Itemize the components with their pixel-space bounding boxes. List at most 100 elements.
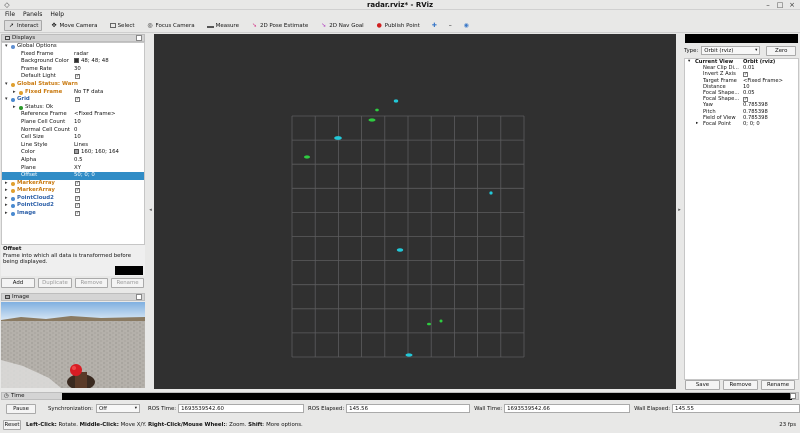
property-value[interactable]: 48; 48; 48 [74,58,109,66]
property-value[interactable]: 0; 0; 0 [743,121,760,127]
reset-button[interactable]: Reset [3,420,21,430]
property-value[interactable]: 30 [74,66,81,74]
display-tree-row[interactable]: Normal Cell Count 0 [2,127,144,135]
expand-arrow-icon[interactable]: ▸ [696,121,698,127]
display-tree-row[interactable]: Plane XY [2,165,144,173]
maximize-icon[interactable]: □ [776,1,784,9]
expand-arrow-icon[interactable]: ▾ [5,96,8,104]
display-tree-row[interactable]: Plane Cell Count 10 [2,119,144,127]
display-tree-row[interactable]: ▾ Grid ✓ [2,96,144,104]
tool-interact[interactable]: ➚ Interact [4,20,43,31]
collapse-arrow-icon[interactable]: ▸ [5,187,8,195]
close-icon[interactable]: × [788,1,796,9]
tool-move-camera[interactable]: ✥ Move Camera [46,20,101,31]
display-tree-row[interactable]: Fixed Frame radar [2,51,144,59]
duplicate-display-button[interactable]: Duplicate [38,278,72,288]
close-panel-icon[interactable] [136,294,142,300]
tool-2d-pose-estimate[interactable]: ➘ 2D Pose Estimate [247,20,312,31]
remove-display-button[interactable]: Remove [75,278,108,288]
tool-select[interactable]: Select [106,20,139,31]
collapse-arrow-icon[interactable]: ▸ [5,210,8,218]
displays-tree[interactable]: ▾ Global Options Fixed Frame radar Backgroun… [1,42,145,245]
display-tree-row[interactable]: ▸ MarkerArray ✓ [2,180,144,188]
display-tree-row[interactable]: ▸ MarkerArray ✓ [2,187,144,195]
wall-elapsed-field[interactable]: 145.55 [672,404,800,413]
expand-arrow-icon[interactable]: ▾ [5,81,8,89]
tool-focus-camera[interactable]: ◎ Focus Camera [143,20,199,31]
remove-tool-button[interactable]: – [444,20,459,31]
rename-display-button[interactable]: Rename [111,278,144,288]
display-tree-row[interactable]: ▸ Status: Ok [2,104,144,112]
property-value[interactable]: 10 [74,119,81,127]
collapse-arrow-icon[interactable]: ▸ [13,89,16,97]
display-tree-row[interactable]: Alpha 0.5 [2,157,144,165]
minimize-icon[interactable]: – [764,1,772,9]
checkbox[interactable]: ✓ [75,188,80,194]
display-tree-row[interactable]: Default Light ✓ [2,73,144,81]
menu-help[interactable]: Help [50,11,64,18]
close-panel-icon[interactable] [136,35,142,41]
views-property-tree[interactable]: ▾ Current View Orbit (rviz) Near Clip Di...… [684,58,799,380]
property-value[interactable]: <Fixed Frame> [74,111,116,119]
add-display-button[interactable]: Add [1,278,35,288]
collapse-arrow-icon[interactable]: ▸ [5,180,8,188]
checkbox[interactable]: ✓ [75,203,80,209]
property-value[interactable]: No TF data [74,89,103,97]
collapse-arrow-icon[interactable]: ▸ [13,104,16,112]
property-value[interactable]: 160; 160; 164 [74,149,119,157]
display-tree-row[interactable]: ▸ PointCloud2 ✓ [2,195,144,203]
property-value[interactable]: XY [74,165,81,173]
checkbox[interactable]: ✓ [75,180,80,186]
tool-2d-nav-goal[interactable]: ➘ 2D Nav Goal [316,20,368,31]
checkbox[interactable]: ✓ [75,211,80,217]
tool-measure[interactable]: Measure [203,20,243,31]
property-value[interactable]: 50; 0; 0 [74,172,95,180]
property-value[interactable]: 0.5 [74,157,83,165]
display-tree-row[interactable]: ▾ Global Options [2,43,144,51]
display-tree-row[interactable]: Background Color 48; 48; 48 [2,58,144,66]
display-tree-row[interactable]: Frame Rate 30 [2,66,144,74]
property-value[interactable]: 10 [74,134,81,142]
view-property-row[interactable]: ▸ Focal Point 0; 0; 0 [685,121,798,127]
sync-select[interactable]: Off ▾ [95,404,140,413]
checkbox[interactable]: ✓ [75,74,80,80]
property-value[interactable]: 0 [74,127,77,135]
remove-view-button[interactable]: Remove [723,380,758,390]
zero-button[interactable]: Zero [766,45,796,56]
render-3d-view[interactable] [154,34,676,389]
left-splitter-handle[interactable]: ◂ [148,207,153,213]
display-tree-row[interactable]: Color 160; 160; 164 [2,149,144,157]
checkbox[interactable]: ✓ [743,71,748,77]
menu-panels[interactable]: Panels [23,11,42,18]
expand-arrow-icon[interactable]: ▾ [5,43,8,51]
right-splitter-handle[interactable]: ▸ [677,207,682,213]
display-tree-row[interactable]: ▾ Global Status: Warn [2,81,144,89]
wall-time-field[interactable]: 1693539542.66 [504,404,631,413]
display-tree-row[interactable]: ▸ PointCloud2 ✓ [2,202,144,210]
display-tree-row[interactable]: ▸ Fixed Frame No TF data [2,89,144,97]
chevron-down-icon: ▾ [755,48,758,53]
close-panel-icon[interactable] [790,393,796,399]
add-tool-button[interactable]: ✚ [428,20,443,31]
display-tree-row[interactable]: ▸ Image ✓ [2,210,144,218]
menu-file[interactable]: File [5,11,15,18]
save-view-button[interactable]: Save [685,380,720,390]
collapse-arrow-icon[interactable]: ▸ [5,202,8,210]
checkbox[interactable]: ✓ [743,96,748,102]
property-value[interactable]: Lines [74,142,88,150]
display-tree-row[interactable]: Cell Size 10 [2,134,144,142]
display-tree-row[interactable]: Line Style Lines [2,142,144,150]
tool-publish-point[interactable]: ● Publish Point [372,20,424,31]
pause-button[interactable]: Pause [6,403,36,414]
tool-properties-button[interactable]: ◉ [460,20,475,31]
display-tree-row[interactable]: Reference Frame <Fixed Frame> [2,111,144,119]
property-value[interactable]: radar [74,51,88,59]
display-tree-row[interactable]: Offset 50; 0; 0 [2,172,144,180]
ros-time-field[interactable]: 1693539542.60 [178,404,305,413]
rename-view-button[interactable]: Rename [761,380,795,390]
checkbox[interactable]: ✓ [75,97,80,103]
checkbox[interactable]: ✓ [75,195,80,201]
view-type-select[interactable]: Orbit (rviz) ▾ [701,46,761,55]
collapse-arrow-icon[interactable]: ▸ [5,195,8,203]
ros-elapsed-field[interactable]: 145.56 [346,404,471,413]
